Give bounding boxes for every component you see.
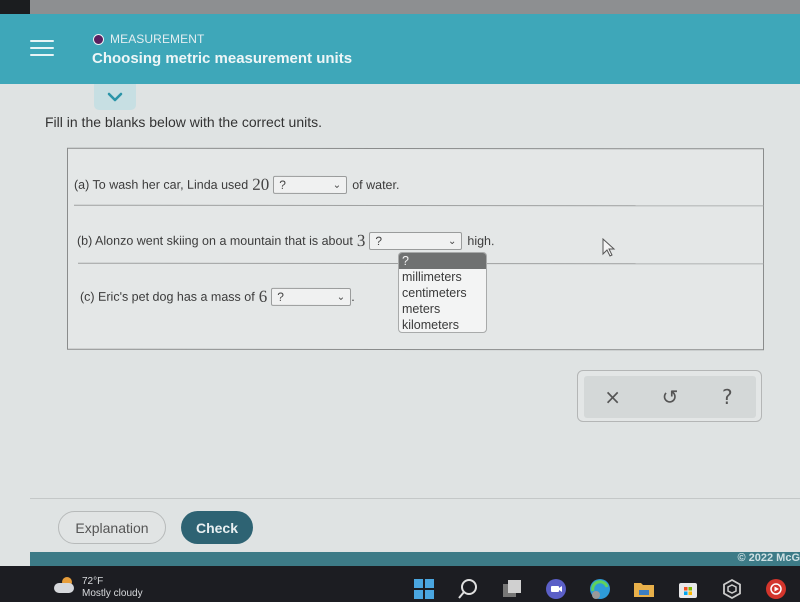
aleks-app: MEASUREMENT Choosing metric measurement … [0, 14, 800, 566]
file-explorer-icon[interactable] [633, 578, 655, 600]
chevron-down-icon: ⌄ [332, 179, 342, 191]
question-suffix: . [351, 289, 355, 304]
question-text: (c) Eric's pet dog has a mass of [80, 289, 255, 304]
answer-tools-panel: × ↺ ? [577, 370, 762, 422]
chevron-down-icon [107, 92, 123, 102]
microsoft-store-icon[interactable] [677, 578, 699, 600]
copyright-bar: © 2022 McG [30, 552, 800, 566]
question-suffix: high. [467, 234, 495, 249]
question-number: 3 [356, 230, 366, 250]
topic-category: MEASUREMENT [93, 32, 204, 46]
weather-text: 72°F Mostly cloudy [82, 576, 143, 600]
chevron-down-icon: ⌄ [336, 291, 346, 303]
check-button[interactable]: Check [181, 511, 253, 544]
teams-chat-icon[interactable] [545, 578, 567, 600]
answer-tools: × ↺ ? [584, 376, 756, 418]
youtube-music-icon[interactable] [765, 578, 787, 600]
taskbar-pinned-apps [413, 578, 787, 600]
temperature: 72°F [82, 576, 104, 587]
menu-icon-bar [30, 54, 54, 56]
instruction-text: Fill in the blanks below with the correc… [45, 114, 323, 130]
question-suffix: of water. [352, 177, 400, 192]
weather-widget[interactable]: 72°F Mostly cloudy [54, 576, 143, 600]
dropdown-option-kilometers[interactable]: kilometers [399, 317, 486, 332]
question-number: 20 [252, 174, 270, 194]
unit-select-b[interactable]: ? ⌄ [369, 231, 463, 251]
explanation-button[interactable]: Explanation [58, 511, 166, 544]
browser-toolbar-remnant [0, 0, 800, 14]
windows-start-icon[interactable] [413, 578, 435, 600]
divider [74, 204, 764, 207]
close-icon: × [604, 385, 622, 409]
dropdown-option-centimeters[interactable]: centimeters [399, 285, 486, 301]
page-title: Choosing metric measurement units [92, 50, 353, 67]
unit-select-a[interactable]: ? ⌄ [273, 175, 348, 194]
question-a: (a) To wash her car, Linda used 20 ? ⌄ o… [74, 175, 399, 195]
question-c: (c) Eric's pet dog has a mass of 6 ? ⌄ . [80, 287, 355, 307]
question-text: (a) To wash her car, Linda used [74, 177, 249, 192]
select-value: ? [375, 233, 383, 248]
edge-browser-icon[interactable] [589, 578, 611, 600]
category-dot-icon [93, 33, 104, 45]
clear-button[interactable]: × [593, 385, 633, 409]
select-value: ? [277, 289, 284, 304]
3d-app-icon[interactable] [721, 578, 743, 600]
task-view-icon[interactable] [501, 578, 523, 600]
chevron-down-icon: ⌄ [447, 235, 457, 247]
partly-cloudy-icon [54, 577, 76, 594]
copyright-text: © 2022 McG [737, 552, 800, 564]
menu-button[interactable] [30, 40, 54, 60]
question-number: 6 [258, 286, 268, 306]
windows-taskbar: 72°F Mostly cloudy [0, 566, 800, 602]
category-label: MEASUREMENT [110, 32, 205, 46]
weather-condition: Mostly cloudy [82, 588, 143, 599]
undo-icon: ↺ [661, 385, 679, 409]
undo-button[interactable]: ↺ [650, 385, 690, 409]
unit-select-c[interactable]: ? ⌄ [271, 287, 352, 306]
select-value: ? [279, 177, 286, 192]
menu-icon-bar [30, 47, 54, 49]
menu-icon-bar [30, 40, 54, 42]
question-text: (b) Alonzo went skiing on a mountain tha… [77, 233, 353, 248]
dropdown-option-meters[interactable]: meters [399, 301, 486, 317]
unit-dropdown-list: ? millimeters centimeters meters kilomet… [398, 252, 487, 333]
collapse-header-button[interactable] [94, 84, 136, 110]
question-b: (b) Alonzo went skiing on a mountain tha… [77, 231, 494, 251]
footer-divider [30, 498, 800, 499]
mouse-cursor-icon [602, 238, 616, 257]
search-icon[interactable] [457, 578, 479, 600]
topic-header: MEASUREMENT Choosing metric measurement … [0, 14, 800, 84]
help-button[interactable]: ? [707, 385, 747, 409]
dropdown-option-millimeters[interactable]: millimeters [399, 269, 486, 285]
help-icon: ? [722, 385, 733, 409]
dropdown-option-placeholder[interactable]: ? [399, 253, 486, 269]
